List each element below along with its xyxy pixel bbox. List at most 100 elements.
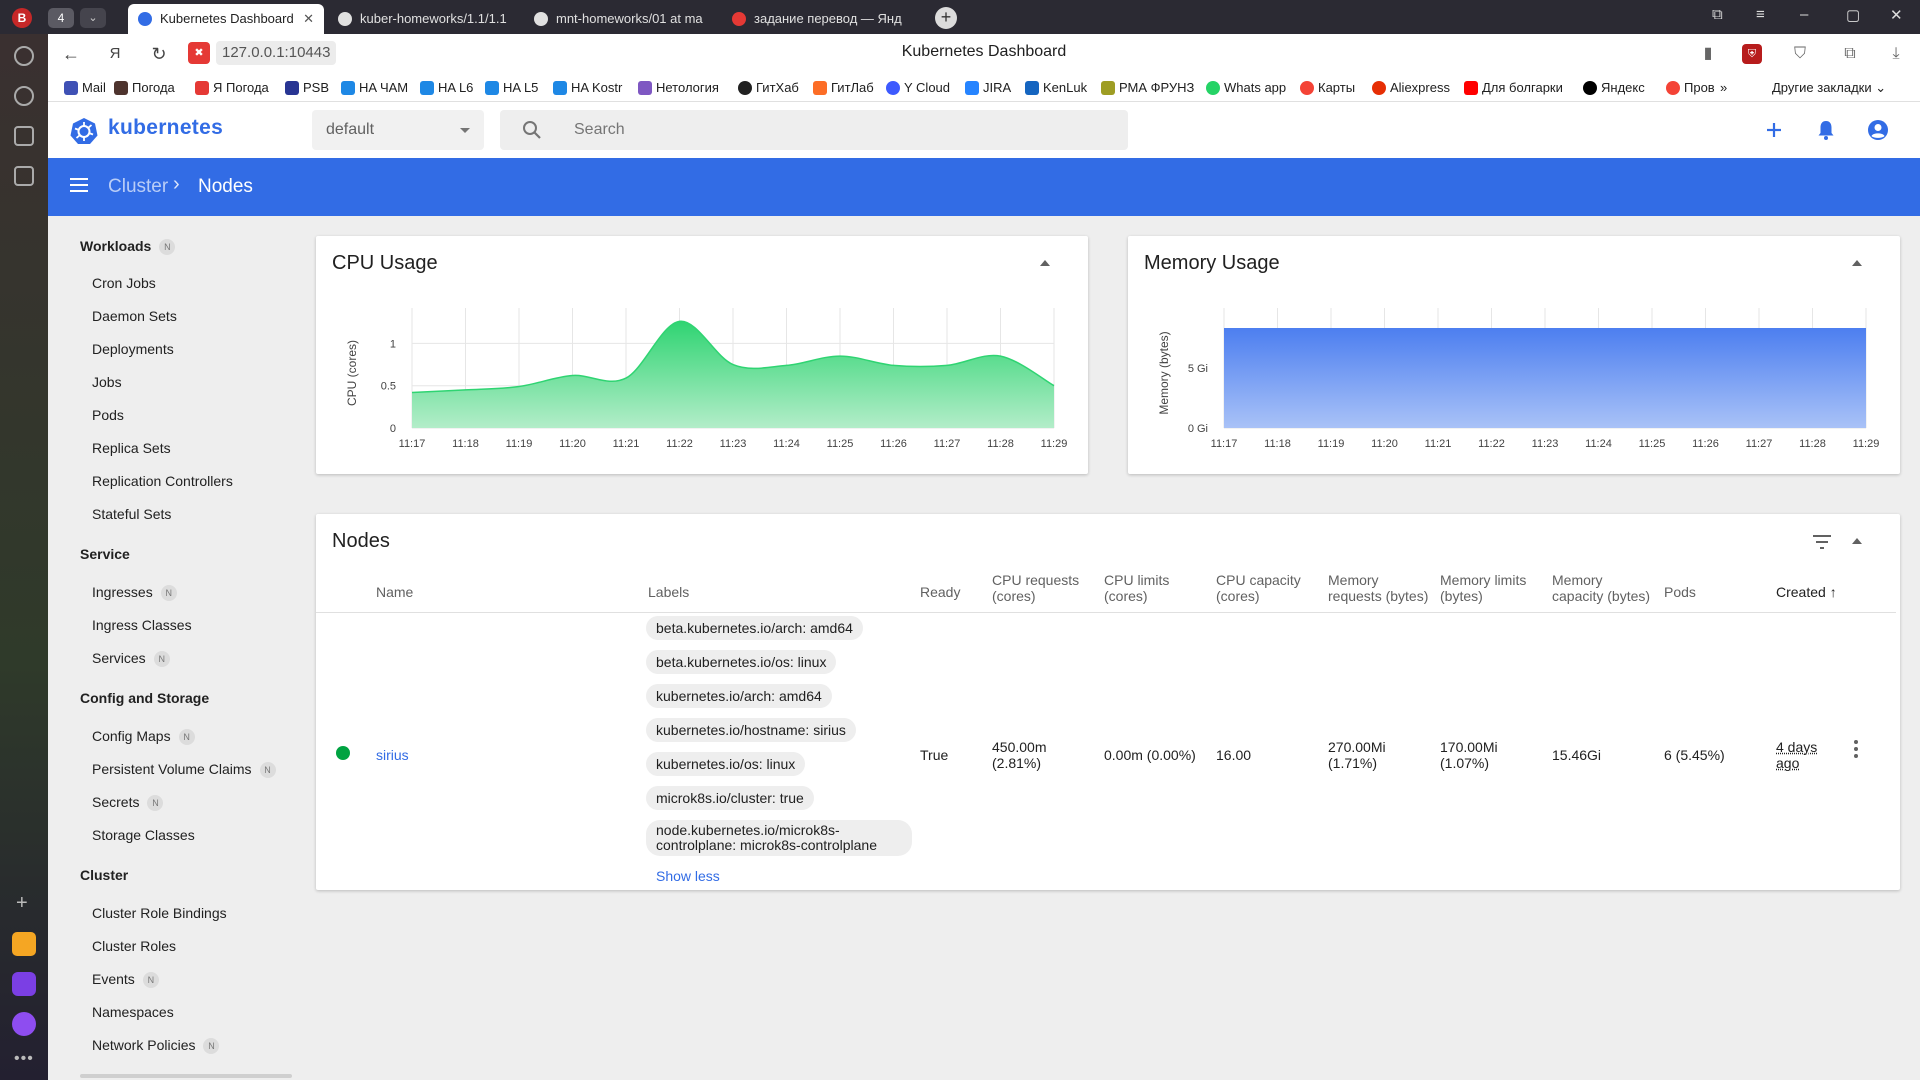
col-header-created[interactable]: Created ↑ xyxy=(1776,584,1837,600)
bookmark-item[interactable]: Whats app xyxy=(1206,80,1286,95)
screenshot-icon[interactable] xyxy=(14,166,34,186)
bookmark-item[interactable]: Яндекс xyxy=(1583,80,1645,95)
bookmark-icon[interactable]: ▮ xyxy=(1698,44,1718,64)
more-actions-icon[interactable] xyxy=(1854,740,1858,761)
new-tab-button[interactable]: + xyxy=(935,7,957,29)
brand-name[interactable]: kubernetes xyxy=(108,116,223,140)
bookmark-item[interactable]: Для болгарки xyxy=(1464,80,1563,95)
collapse-icon[interactable] xyxy=(1852,538,1862,544)
sidebar-item-services[interactable]: Services N xyxy=(92,650,170,667)
sidebar-section-workloads[interactable]: Workloads N xyxy=(80,238,176,255)
tab-yandex-translate[interactable]: задание перевод — Янд xyxy=(722,4,912,34)
bookmark-item[interactable]: PSB xyxy=(285,80,329,95)
sidebar-item-persistent-volume-claims[interactable]: Persistent Volume Claims N xyxy=(92,761,276,778)
bookmark-item[interactable]: РМА ФРУНЗ xyxy=(1101,80,1194,95)
x-tick-label: 11:28 xyxy=(987,438,1014,450)
namespace-select[interactable]: default xyxy=(312,110,484,150)
tab-kubernetes-dashboard[interactable]: Kubernetes Dashboard ✕ xyxy=(128,4,324,34)
bookmark-item[interactable]: Mail xyxy=(64,80,106,95)
messenger-app-icon[interactable] xyxy=(12,972,36,996)
close-window-icon[interactable]: ✕ xyxy=(1890,6,1903,24)
create-resource-icon[interactable] xyxy=(1762,118,1786,142)
play-icon[interactable] xyxy=(14,86,34,106)
minimize-icon[interactable]: – xyxy=(1800,6,1808,23)
add-panel-icon[interactable]: + xyxy=(16,892,28,915)
bookmark-item[interactable]: KenLuk xyxy=(1025,80,1087,95)
sidebar-item-cluster-role-bindings[interactable]: Cluster Role Bindings xyxy=(92,905,227,921)
label-chip: kubernetes.io/arch: amd64 xyxy=(646,684,832,708)
node-created[interactable]: 4 days ago xyxy=(1776,739,1817,771)
sidebar-item-storage-classes[interactable]: Storage Classes xyxy=(92,827,195,843)
bookmark-item[interactable]: HA Kostr xyxy=(553,80,622,95)
sidebar-item-secrets[interactable]: Secrets N xyxy=(92,794,164,811)
sidebar-item-ingress-classes[interactable]: Ingress Classes xyxy=(92,617,192,633)
more-icon[interactable]: ••• xyxy=(14,1050,34,1068)
bookmark-item[interactable]: JIRA xyxy=(965,80,1011,95)
page-title: Kubernetes Dashboard xyxy=(901,43,1067,60)
sidebar-item-cluster-roles[interactable]: Cluster Roles xyxy=(92,938,176,954)
bookmark-item[interactable]: ГитЛаб xyxy=(813,80,874,95)
bookmark-item[interactable]: Aliexpress xyxy=(1372,80,1450,95)
other-bookmarks-button[interactable]: Другие закладки ⌄ xyxy=(1772,80,1886,96)
bookmark-item[interactable]: Я Погода xyxy=(195,80,269,95)
shield-icon[interactable]: ⛉ xyxy=(1790,44,1810,64)
history-icon[interactable] xyxy=(14,46,34,66)
sidebar-item-namespaces[interactable]: Namespaces xyxy=(92,1004,174,1020)
bookmark-item[interactable]: Нетология xyxy=(638,80,719,95)
show-less-link[interactable]: Show less xyxy=(656,868,720,884)
x-tick-label: 11:23 xyxy=(1532,438,1559,450)
sidebar-item-events[interactable]: Events N xyxy=(92,971,159,988)
sidebar-item-deployments[interactable]: Deployments xyxy=(92,341,174,357)
sidebar-item-jobs[interactable]: Jobs xyxy=(92,374,122,390)
extensions-icon[interactable]: ⧉ xyxy=(1840,44,1860,64)
sidebar-section-config-storage[interactable]: Config and Storage xyxy=(80,690,209,706)
bookmark-item[interactable]: Y Cloud xyxy=(886,80,950,95)
bookmark-item[interactable]: Пров xyxy=(1666,80,1715,95)
bookmarks-panel-icon[interactable]: ⧉ xyxy=(1712,6,1723,23)
bookmark-item[interactable]: ГитХаб xyxy=(738,80,799,95)
sidebar-item-pods[interactable]: Pods xyxy=(92,407,124,423)
bookmark-item[interactable]: HA ЧАМ xyxy=(341,80,408,95)
sidebar-section-service[interactable]: Service xyxy=(80,546,130,562)
bookmark-item[interactable]: Карты xyxy=(1300,80,1355,95)
alice-app-icon[interactable] xyxy=(12,1012,36,1036)
search-input[interactable]: Search xyxy=(500,110,1128,150)
sidebar-item-network-policies[interactable]: Network Policies N xyxy=(92,1037,220,1054)
col-header-name[interactable]: Name xyxy=(376,584,413,600)
sidebar-scrollbar[interactable] xyxy=(80,1074,292,1078)
sidebar-section-cluster[interactable]: Cluster xyxy=(80,867,128,883)
menu-icon[interactable]: ≡ xyxy=(1756,6,1765,23)
sidebar-item-config-maps[interactable]: Config Maps N xyxy=(92,728,195,745)
close-tab-icon[interactable]: ✕ xyxy=(303,4,314,34)
cpu-usage-chart: 0 0.5 1 11:17 11:18 11:19 11:20 11:21 11:22 11:23… xyxy=(345,308,1067,450)
more-bookmarks-button[interactable]: » xyxy=(1720,80,1727,95)
download-icon[interactable]: ⤓ xyxy=(1886,44,1906,64)
filter-icon[interactable] xyxy=(1812,534,1832,550)
maximize-icon[interactable]: ▢ xyxy=(1846,6,1860,24)
menu-hamburger-icon[interactable] xyxy=(70,178,88,192)
breadcrumb-cluster[interactable]: Cluster xyxy=(108,176,168,198)
node-name-link[interactable]: sirius xyxy=(376,747,409,763)
sidebar-item-stateful-sets[interactable]: Stateful Sets xyxy=(92,506,171,522)
account-icon[interactable] xyxy=(1866,118,1890,142)
tab-count-button[interactable]: 4 xyxy=(48,8,74,28)
bookmark-item[interactable]: HA L6 xyxy=(420,80,473,95)
chevron-down-icon[interactable]: ⌄ xyxy=(80,8,106,28)
browser-profile-button[interactable]: B xyxy=(12,8,32,28)
notifications-bell-icon[interactable] xyxy=(1814,118,1838,142)
tab-kuber-homeworks[interactable]: kuber-homeworks/1.1/1.1 xyxy=(328,4,518,34)
kubernetes-logo-icon[interactable] xyxy=(70,117,98,145)
sidebar-item-cron-jobs[interactable]: Cron Jobs xyxy=(92,275,156,291)
top-toolbar: kubernetes default Search xyxy=(48,102,1920,158)
notes-icon[interactable] xyxy=(14,126,34,146)
bookmark-item[interactable]: Погода xyxy=(114,80,175,95)
bookmark-item[interactable]: HA L5 xyxy=(485,80,538,95)
tab-mnt-homeworks[interactable]: mnt-homeworks/01 at ma xyxy=(524,4,714,34)
mail-app-icon[interactable] xyxy=(12,932,36,956)
ublock-icon[interactable]: ⛨ xyxy=(1742,44,1762,64)
sidebar-item-replication-controllers[interactable]: Replication Controllers xyxy=(92,473,233,489)
sidebar-item-ingresses[interactable]: Ingresses N xyxy=(92,584,177,601)
sidebar-item-replica-sets[interactable]: Replica Sets xyxy=(92,440,171,456)
sidebar-item-daemon-sets[interactable]: Daemon Sets xyxy=(92,308,177,324)
namespaced-badge: N xyxy=(203,1038,220,1054)
